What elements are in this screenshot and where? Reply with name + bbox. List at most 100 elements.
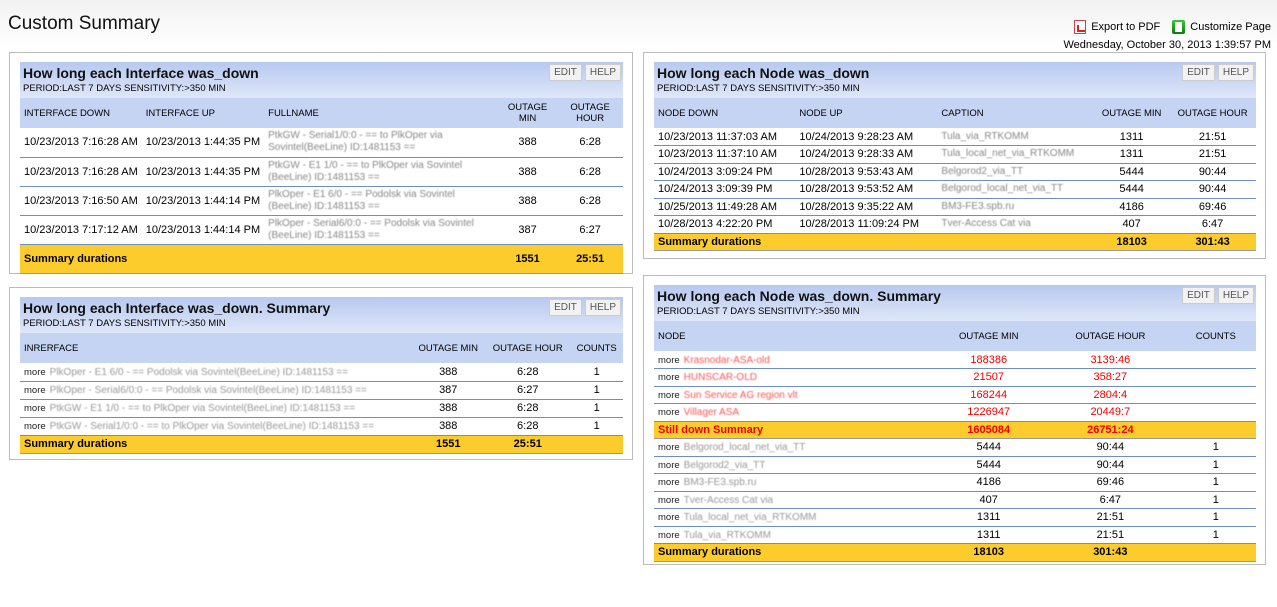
summary-row: Summary durations 1551 25:51 [20, 435, 623, 454]
value-cell: 387 [497, 215, 558, 245]
item-name[interactable]: PlkOper - Serial6/0:0 - == Podolsk via S… [50, 385, 367, 396]
column-header[interactable]: INTERFACE UP [141, 98, 265, 128]
column-header[interactable]: COUNTS [570, 333, 623, 363]
date-cell: 10/28/2013 11:09:24 PM [795, 215, 938, 234]
column-header[interactable]: FULLNAME [264, 98, 498, 128]
help-button[interactable]: HELP [1217, 64, 1254, 81]
edit-button[interactable]: EDIT [549, 299, 582, 316]
column-header[interactable]: OUTAGE MIN [411, 333, 486, 363]
more-link[interactable]: more [658, 477, 680, 488]
more-link[interactable]: more [658, 530, 680, 541]
summary-hour: 26751:24 [1045, 421, 1176, 439]
date-cell: 10/23/2013 1:44:14 PM [141, 215, 265, 245]
column-header[interactable]: CAPTION [937, 98, 1095, 128]
item-name[interactable]: Tula_local_net_via_RTKOMM [684, 512, 817, 523]
help-button[interactable]: HELP [584, 64, 621, 81]
value-cell: 21:51 [1169, 145, 1256, 164]
value-cell: 388 [497, 186, 558, 216]
value-cell: 20449:7 [1045, 403, 1176, 422]
table-row: more Belgorod_local_net_via_TT 5444 90:44 1 [654, 438, 1256, 457]
value-cell: 1 [1175, 438, 1256, 457]
more-link[interactable]: more [658, 442, 680, 453]
help-button[interactable]: HELP [1217, 287, 1254, 304]
value-cell: 388 [411, 417, 486, 436]
value-cell: 90:44 [1045, 438, 1176, 457]
name-cell: Belgorod2_via_TT [937, 163, 1095, 181]
value-cell: 1226947 [932, 403, 1046, 422]
panel-interface-down: How long each Interface was_down PERIOD:L… [9, 52, 633, 274]
name-cell: more BM3-FE3.spb.ru [654, 473, 933, 492]
more-link[interactable]: more [24, 403, 46, 414]
header-row: NODE OUTAGE MIN OUTAGE HOUR COUNTS [654, 321, 1256, 351]
column-header[interactable]: INRERFACE [20, 333, 412, 363]
column-header[interactable]: NODE UP [795, 98, 938, 128]
value-cell [1175, 368, 1256, 387]
column-header[interactable]: OUTAGE HOUR [557, 98, 623, 128]
export-pdf-button[interactable]: Export to PDF [1074, 20, 1160, 34]
item-name[interactable]: BM3-FE3.spb.ru [684, 477, 757, 488]
more-link[interactable]: more [658, 407, 680, 418]
value-cell: 1 [1175, 491, 1256, 509]
value-cell [1175, 351, 1256, 369]
value-cell: 21:51 [1169, 128, 1256, 146]
item-name[interactable]: Belgorod_local_net_via_TT [684, 442, 806, 453]
edit-button[interactable]: EDIT [1182, 64, 1215, 81]
more-link[interactable]: more [658, 390, 680, 401]
table-row: more Krasnodar-ASA-old 188386 3139:46 [654, 351, 1256, 369]
more-link[interactable]: more [658, 495, 680, 506]
value-cell: 1311 [932, 526, 1046, 544]
column-header[interactable]: OUTAGE HOUR [1169, 98, 1256, 128]
panel-subtitle: PERIOD:LAST 7 DAYS SENSITIVITY:>350 MIN [657, 83, 860, 94]
panel-subtitle: PERIOD:LAST 7 DAYS SENSITIVITY:>350 MIN [657, 306, 860, 317]
item-name[interactable]: HUNSCAR-OLD [684, 372, 757, 383]
edit-button[interactable]: EDIT [1182, 287, 1215, 304]
column-header[interactable]: OUTAGE MIN [1094, 98, 1170, 128]
column-header[interactable]: NODE DOWN [654, 98, 796, 128]
value-cell: 6:28 [557, 128, 623, 158]
item-name[interactable]: Tula_via_RTKOMM [684, 530, 771, 541]
summary-min: 18103 [1094, 233, 1170, 251]
more-link[interactable]: more [658, 512, 680, 523]
column-header[interactable]: COUNTS [1175, 321, 1256, 351]
customize-page-button[interactable]: Customize Page [1172, 20, 1271, 34]
date-cell: 10/24/2013 9:28:23 AM [795, 128, 938, 146]
more-link[interactable]: more [24, 421, 46, 432]
more-link[interactable]: more [658, 460, 680, 471]
item-name[interactable]: PlkOper - E1 6/0 - == Podolsk via Sovint… [50, 367, 348, 378]
page-actions: Export to PDF Customize Page [1074, 20, 1271, 34]
table-row: more PtkGW - Serial1/0:0 - == to PlkOper … [20, 417, 623, 436]
table-row: 10/23/2013 11:37:03 AM 10/24/2013 9:28:23… [654, 128, 1256, 146]
item-name[interactable]: Krasnodar-ASA-old [684, 355, 770, 366]
value-cell [1175, 403, 1256, 422]
value-cell: 358:27 [1045, 368, 1176, 387]
name-cell: more Tver-Access Cat via [654, 491, 933, 509]
more-link[interactable]: more [658, 372, 680, 383]
item-name[interactable]: Sun Service AG region vlt [684, 390, 798, 401]
value-cell: 69:46 [1169, 198, 1256, 216]
edit-button[interactable]: EDIT [549, 64, 582, 81]
column-header[interactable]: NODE [654, 321, 933, 351]
export-pdf-label: Export to PDF [1091, 21, 1161, 33]
column-header[interactable]: OUTAGE HOUR [485, 333, 571, 363]
value-cell: 21:51 [1045, 526, 1176, 544]
summary-empty [1175, 421, 1256, 439]
column-header[interactable]: OUTAGE MIN [932, 321, 1046, 351]
more-link[interactable]: more [658, 355, 680, 366]
date-cell: 10/24/2013 3:09:24 PM [654, 163, 796, 181]
item-name[interactable]: Tver-Access Cat via [684, 495, 773, 506]
item-name[interactable]: Belgorod2_via_TT [684, 460, 766, 471]
panel-title: How long each Interface was_down [23, 65, 259, 81]
more-link[interactable]: more [24, 385, 46, 396]
column-header[interactable]: OUTAGE MIN [497, 98, 558, 128]
name-cell: more Belgorod2_via_TT [654, 456, 933, 474]
table-row: more Belgorod2_via_TT 5444 90:44 1 [654, 456, 1256, 474]
item-name[interactable]: PtkGW - E1 1/0 - == to PlkOper via Sovin… [50, 403, 356, 414]
item-name[interactable]: Villager ASA [684, 407, 739, 418]
more-link[interactable]: more [24, 367, 46, 378]
name-cell: more PlkOper - Serial6/0:0 - == Podolsk v… [20, 381, 412, 400]
column-header[interactable]: INTERFACE DOWN [20, 98, 142, 128]
value-cell: 4186 [932, 473, 1046, 492]
column-header[interactable]: OUTAGE HOUR [1045, 321, 1176, 351]
item-name[interactable]: PtkGW - Serial1/0:0 - == to PlkOper via … [50, 421, 374, 432]
help-button[interactable]: HELP [584, 299, 621, 316]
